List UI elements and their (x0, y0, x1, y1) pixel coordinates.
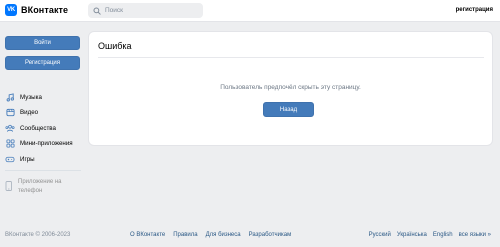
sidebar-divider (5, 170, 81, 171)
sidebar-item-label: Видео (20, 109, 39, 117)
language-links: Русский Українська English все языки » (363, 232, 491, 238)
footer-link-business[interactable]: Для бизнеса (206, 232, 241, 238)
phone-icon (5, 178, 13, 196)
communities-icon (5, 123, 15, 133)
error-message: Пользователь предпочёл скрыть эту страни… (220, 84, 361, 91)
sidebar-item-label: Сообщества (20, 124, 56, 132)
lang-english[interactable]: English (433, 232, 453, 238)
app-phone-link[interactable]: Приложение на телефон (5, 178, 78, 196)
sidebar-item-mini-apps[interactable]: Мини-приложения (5, 138, 85, 150)
search-input[interactable] (105, 7, 195, 14)
register-button[interactable]: Регистрация (5, 56, 80, 70)
sidebar-nav: Музыка Видео Сообщества Мини-приложения … (5, 91, 85, 169)
logo-text: ВКонтакте (21, 5, 69, 15)
music-icon (5, 92, 15, 102)
games-icon (5, 154, 15, 164)
footer-link-rules[interactable]: Правила (173, 232, 197, 238)
sidebar-item-music[interactable]: Музыка (5, 91, 85, 103)
title-divider (98, 57, 484, 58)
vk-logo-icon: VK (5, 4, 17, 16)
lang-all[interactable]: все языки » (459, 232, 491, 238)
lang-ukrainian[interactable]: Українська (397, 232, 427, 238)
page-title: Ошибка (98, 41, 132, 51)
app-phone-label: Приложение на телефон (18, 179, 62, 194)
copyright: ВКонтакте © 2006-2023 (5, 232, 71, 238)
error-card: Ошибка Пользователь предпочёл скрыть эту… (88, 31, 493, 146)
sidebar-item-video[interactable]: Видео (5, 107, 85, 119)
footer-links: О ВКонтакте Правила Для бизнеса Разработ… (130, 232, 299, 238)
sidebar-item-label: Игры (20, 155, 35, 163)
sidebar-item-label: Мини-приложения (20, 140, 73, 148)
search-icon (93, 6, 101, 15)
sidebar-item-communities[interactable]: Сообщества (5, 122, 85, 134)
video-icon (5, 108, 15, 118)
footer-link-developers[interactable]: Разработчикам (249, 232, 292, 238)
lang-russian[interactable]: Русский (369, 232, 391, 238)
mini-apps-icon (5, 139, 15, 149)
top-header: VK ВКонтакте регистрация (0, 0, 500, 22)
vk-logo[interactable]: VK ВКонтакте (5, 4, 68, 16)
login-button[interactable]: Войти (5, 36, 80, 50)
footer-link-about[interactable]: О ВКонтакте (130, 232, 165, 238)
search-box[interactable] (88, 3, 203, 18)
register-link[interactable]: регистрация (456, 7, 493, 13)
sidebar-item-games[interactable]: Игры (5, 153, 85, 165)
back-button[interactable]: Назад (263, 102, 314, 117)
footer: ВКонтакте © 2006-2023 О ВКонтакте Правил… (0, 232, 500, 242)
sidebar-item-label: Музыка (20, 93, 42, 101)
